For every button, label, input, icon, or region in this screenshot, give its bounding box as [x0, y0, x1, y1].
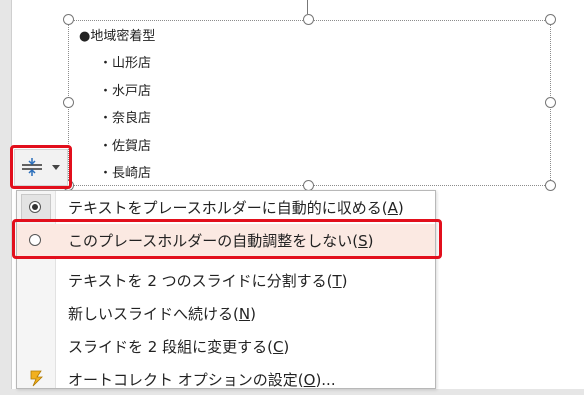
menu-item-label: このプレースホルダーの自動調整をしない(S): [68, 232, 374, 250]
menu-item-label: テキストを 2 つのスライドに分割する(T): [68, 272, 348, 290]
sub-bullet-item: ・山形店: [99, 56, 152, 71]
menu-item-label: テキストをプレースホルダーに自動的に収める(A): [68, 199, 404, 217]
menu-item-autofit-text[interactable]: テキストをプレースホルダーに自動的に収める(A): [17, 191, 435, 223]
resize-handle-top-left[interactable]: [63, 14, 74, 25]
menu-item-label: スライドを 2 段組に変更する(C): [68, 338, 290, 356]
menu-item-label: オートコレクト オプションの設定(O)...: [68, 371, 336, 389]
autofit-options-menu: テキストをプレースホルダーに自動的に収める(A) このプレースホルダーの自動調整…: [16, 190, 436, 389]
bullet-heading: ●地域密着型: [79, 29, 156, 44]
menu-separator: [56, 258, 435, 259]
resize-handle-top-right[interactable]: [545, 14, 556, 25]
resize-handle-right[interactable]: [545, 97, 556, 108]
menu-item-two-columns[interactable]: スライドを 2 段組に変更する(C): [17, 330, 435, 362]
menu-item-split-slides[interactable]: テキストを 2 つのスライドに分割する(T): [17, 264, 435, 296]
menu-item-autocorrect-options[interactable]: オートコレクト オプションの設定(O)...: [17, 363, 435, 395]
sub-bullet-item: ・水戸店: [99, 83, 152, 99]
sub-bullet-list: ・山形店 ・水戸店 ・奈良店 ・佐賀店 ・長崎店: [99, 52, 151, 190]
radio-selected-icon: [29, 201, 41, 213]
lightning-icon: [30, 370, 43, 387]
menu-item-label: 新しいスライドへ続ける(N): [68, 305, 256, 323]
sub-bullet-item: ・奈良店: [99, 111, 152, 126]
sub-bullet-item: ・長崎店: [99, 166, 152, 181]
menu-item-stop-autofit[interactable]: このプレースホルダーの自動調整をしない(S): [17, 224, 435, 256]
resize-handle-bottom-right[interactable]: [545, 180, 556, 191]
menu-item-continue-new-slide[interactable]: 新しいスライドへ続ける(N): [17, 297, 435, 329]
autofit-options-icon: [22, 158, 42, 176]
chevron-down-icon: [52, 165, 60, 170]
autofit-options-button[interactable]: [14, 149, 68, 186]
resize-handle-top[interactable]: [303, 14, 314, 25]
rotation-handle-line: [307, 0, 308, 14]
sub-bullet-item: ・佐賀店: [99, 138, 152, 154]
resize-handle-left[interactable]: [63, 97, 74, 108]
radio-unselected-icon: [29, 234, 41, 246]
